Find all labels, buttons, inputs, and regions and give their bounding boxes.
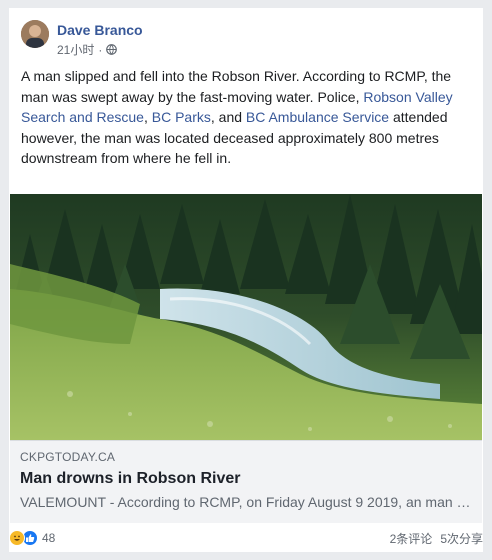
meta-separator: · [98,42,103,57]
post-meta: 21小时 · [57,41,118,58]
post-card: Dave Branco 21小时 · A man slipped and fel… [9,8,483,552]
link-bc-ambulance-service[interactable]: BC Ambulance Service [246,109,389,125]
comments-count[interactable]: 2条评论 [390,530,433,547]
reaction-count: 48 [42,531,56,545]
post-text-part2: , [143,109,152,125]
post-text: A man slipped and fell into the Robson R… [21,66,473,169]
link-bc-parks[interactable]: BC Parks [152,109,211,125]
link-preview[interactable]: CKPGTODAY.CA Man drowns in Robson River … [10,440,482,523]
link-preview-domain: CKPGTODAY.CA [20,450,116,464]
link-preview-image[interactable] [10,194,482,440]
globe-icon[interactable] [106,44,118,55]
avatar[interactable] [21,20,49,48]
link-preview-title[interactable]: Man drowns in Robson River [20,470,240,488]
link-preview-description: VALEMOUNT - According to RCMP, on Friday… [20,494,472,510]
post-timestamp[interactable]: 21小时 [57,41,94,58]
post-text-part3: , and [210,109,246,125]
engagement-stats: 2条评论 5次分享 [390,530,483,547]
post-footer: 48 2条评论 5次分享 [9,524,483,552]
author-name[interactable]: Dave Branco [57,22,143,38]
shares-count[interactable]: 5次分享 [440,530,483,547]
haha-icon [9,530,25,546]
reactions-summary[interactable]: 48 [9,530,55,546]
